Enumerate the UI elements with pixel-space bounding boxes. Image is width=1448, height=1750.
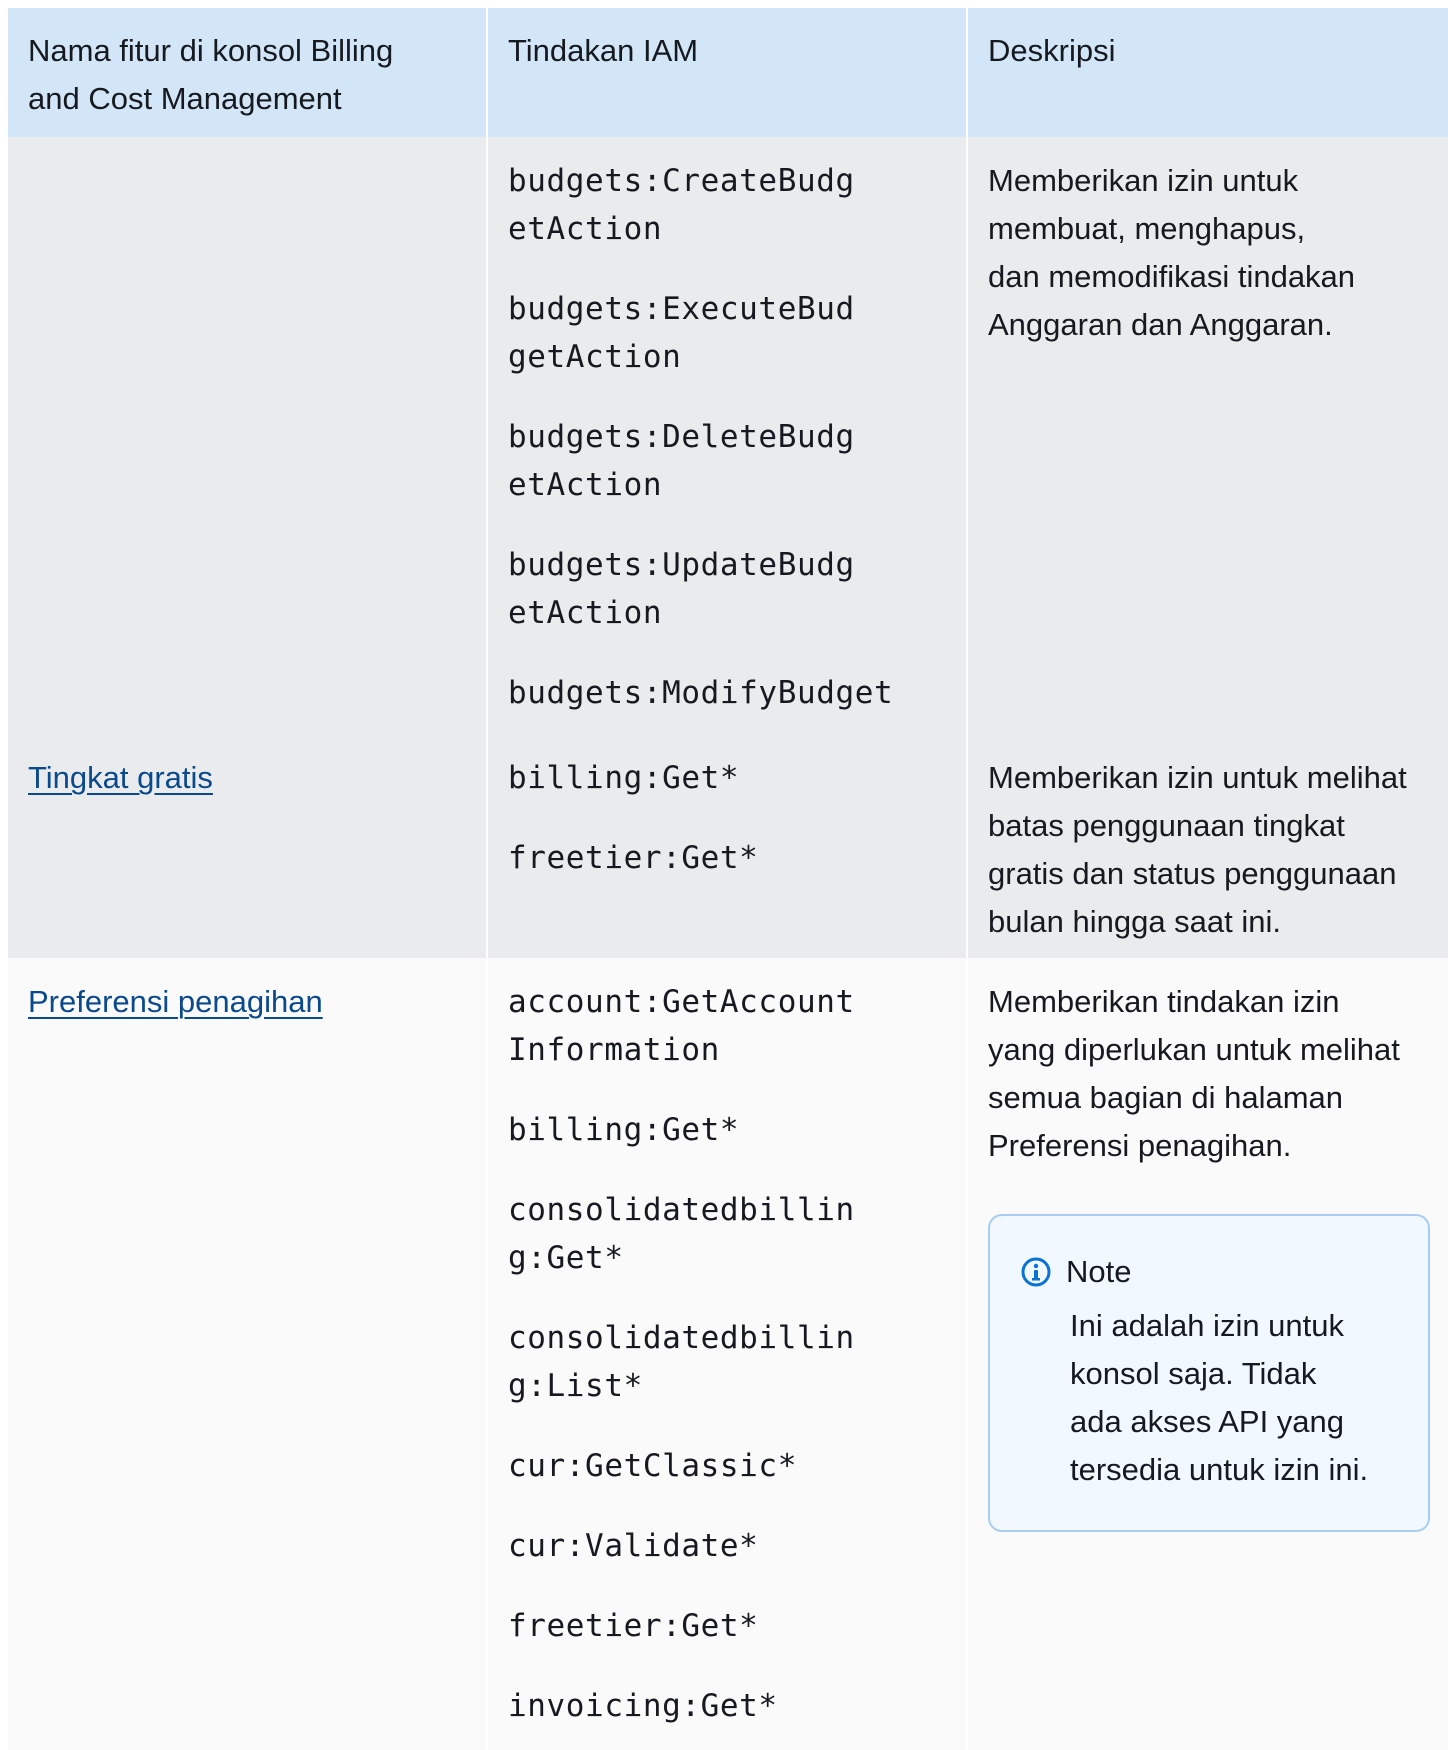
actions-cell-budgets: budgets:CreateBudg etAction budgets:Exec… (488, 137, 968, 734)
iam-action: budgets:DeleteBudg etAction (508, 419, 855, 503)
header-feature-name-label: Nama fitur di konsol Billing and Cost Ma… (28, 33, 394, 116)
iam-action: budgets:ExecuteBud getAction (508, 291, 855, 375)
iam-action: billing:Get* (508, 1112, 740, 1148)
iam-action: freetier:Get* (508, 1608, 759, 1644)
actions-cell-free-tier: billing:Get* freetier:Get* (488, 734, 968, 958)
table-body: budgets:CreateBudg etAction budgets:Exec… (8, 137, 1448, 1750)
header-iam-action: Tindakan IAM (488, 8, 968, 137)
free-tier-link[interactable]: Tingkat gratis (28, 760, 213, 795)
feature-cell-billing-preferences: Preferensi penagihan (8, 958, 488, 1750)
iam-action: budgets:CreateBudg etAction (508, 163, 855, 247)
iam-action: consolidatedbillin g:List* (508, 1320, 855, 1404)
iam-action: cur:GetClassic* (508, 1448, 797, 1484)
feature-cell-budgets (8, 137, 488, 734)
iam-action: invoicing:Get* (508, 1688, 778, 1724)
description-cell-free-tier: Memberikan izin untuk melihat batas peng… (968, 734, 1448, 958)
header-description: Deskripsi (968, 8, 1448, 137)
note-box: Note Ini adalah izin untuk konsol saja. … (988, 1214, 1430, 1532)
iam-action: freetier:Get* (508, 840, 759, 876)
iam-action: account:GetAccount Information (508, 984, 855, 1068)
note-header: Note (1020, 1250, 1428, 1294)
permissions-table: Nama fitur di konsol Billing and Cost Ma… (8, 8, 1448, 137)
description-text: Memberikan izin untuk melihat batas peng… (988, 760, 1407, 939)
iam-action: billing:Get* (508, 760, 740, 796)
iam-action: cur:Validate* (508, 1528, 759, 1564)
description-cell-billing-preferences: Memberikan tindakan izin yang diperlukan… (968, 958, 1448, 1750)
description-cell-budgets: Memberikan izin untuk membuat, menghapus… (968, 137, 1448, 734)
note-title: Note (1066, 1254, 1132, 1289)
header-feature-name: Nama fitur di konsol Billing and Cost Ma… (8, 8, 488, 137)
iam-action: budgets:UpdateBudg etAction (508, 547, 855, 631)
feature-cell-free-tier: Tingkat gratis (8, 734, 488, 958)
note-text: Ini adalah izin untuk konsol saja. Tidak… (1070, 1308, 1369, 1487)
info-icon (1021, 1257, 1051, 1287)
iam-action: budgets:ModifyBudget (508, 675, 894, 711)
header-iam-action-label: Tindakan IAM (508, 33, 699, 68)
description-text: Memberikan izin untuk membuat, menghapus… (988, 163, 1356, 342)
billing-preferences-link[interactable]: Preferensi penagihan (28, 984, 323, 1019)
header-description-label: Deskripsi (988, 33, 1116, 68)
actions-cell-billing-preferences: account:GetAccount Information billing:G… (488, 958, 968, 1750)
description-text: Memberikan tindakan izin yang diperlukan… (988, 984, 1400, 1163)
iam-action: consolidatedbillin g:Get* (508, 1192, 855, 1276)
